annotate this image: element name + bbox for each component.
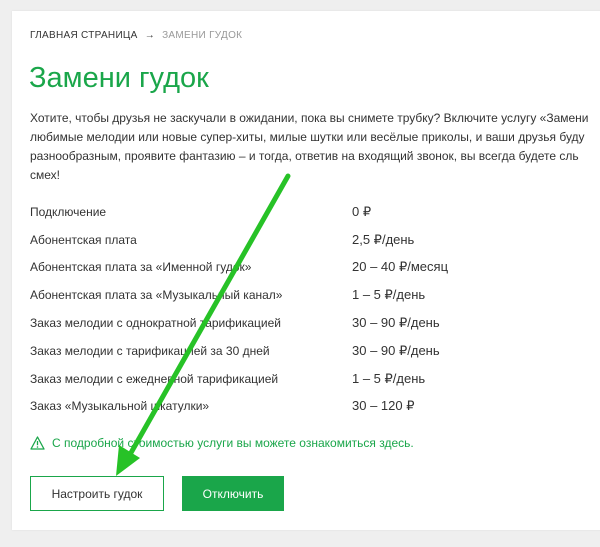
service-description: Хотите, чтобы друзья не заскучали в ожид… [30, 109, 600, 184]
price-row: Подключение 0 ₽ [30, 198, 590, 226]
price-label: Заказ мелодии с однократной тарификацией [30, 316, 281, 331]
price-value: 1 – 5 ₽/день [352, 370, 426, 386]
price-label: Абонентская плата [30, 232, 137, 247]
breadcrumb: ГЛАВНАЯ СТРАНИЦА → ЗАМЕНИ ГУДОК [30, 30, 242, 41]
price-label: Абонентская плата за «Именной гудок» [30, 260, 252, 275]
price-label: Подключение [30, 204, 107, 219]
description-line: смех! [30, 168, 60, 182]
price-value: 1 – 5 ₽/день [352, 287, 426, 303]
price-value: 30 – 90 ₽/день [352, 315, 440, 331]
price-value: 0 ₽ [352, 203, 372, 219]
price-row: Абонентская плата за «Музыкальный канал»… [30, 281, 590, 309]
page-title: Замени гудок [29, 62, 209, 94]
disable-button[interactable]: Отключить [182, 476, 284, 511]
configure-tone-button[interactable]: Настроить гудок [30, 476, 164, 511]
price-value: 30 – 90 ₽/день [352, 342, 440, 358]
breadcrumb-current: ЗАМЕНИ ГУДОК [162, 30, 243, 41]
price-row: Заказ «Музыкальной шкатулки» 30 – 120 ₽ [30, 393, 590, 421]
pricing-details-note: С подробной стоимостью услуги вы можете … [30, 436, 414, 450]
price-value: 2,5 ₽/день [352, 231, 415, 247]
price-row: Абонентская плата за «Именной гудок» 20 … [30, 254, 590, 282]
price-label: Абонентская плата за «Музыкальный канал» [30, 288, 283, 303]
pricing-details-link[interactable]: С подробной стоимостью услуги вы можете … [52, 436, 414, 450]
price-row: Заказ мелодии с ежедневной тарификацией … [30, 365, 590, 393]
breadcrumb-home-link[interactable]: ГЛАВНАЯ СТРАНИЦА [30, 30, 138, 41]
description-line: любимые мелодии или новые супер-хиты, ми… [30, 130, 585, 144]
warning-triangle-icon [30, 436, 45, 450]
description-line: разнообразным, проявите фантазию – и тог… [30, 149, 579, 163]
price-row: Абонентская плата 2,5 ₽/день [30, 226, 590, 254]
price-value: 20 – 40 ₽/месяц [352, 259, 449, 275]
price-label: Заказ мелодии с тарификацией за 30 дней [30, 343, 270, 358]
price-label: Заказ мелодии с ежедневной тарификацией [30, 371, 279, 386]
price-label: Заказ «Музыкальной шкатулки» [30, 399, 210, 414]
price-value: 30 – 120 ₽ [352, 398, 415, 414]
breadcrumb-separator: → [144, 30, 155, 41]
price-row: Заказ мелодии с однократной тарификацией… [30, 309, 590, 337]
price-list: Подключение 0 ₽ Абонентская плата 2,5 ₽/… [30, 198, 590, 420]
price-row: Заказ мелодии с тарификацией за 30 дней … [30, 337, 590, 365]
description-line: Хотите, чтобы друзья не заскучали в ожид… [30, 111, 589, 125]
